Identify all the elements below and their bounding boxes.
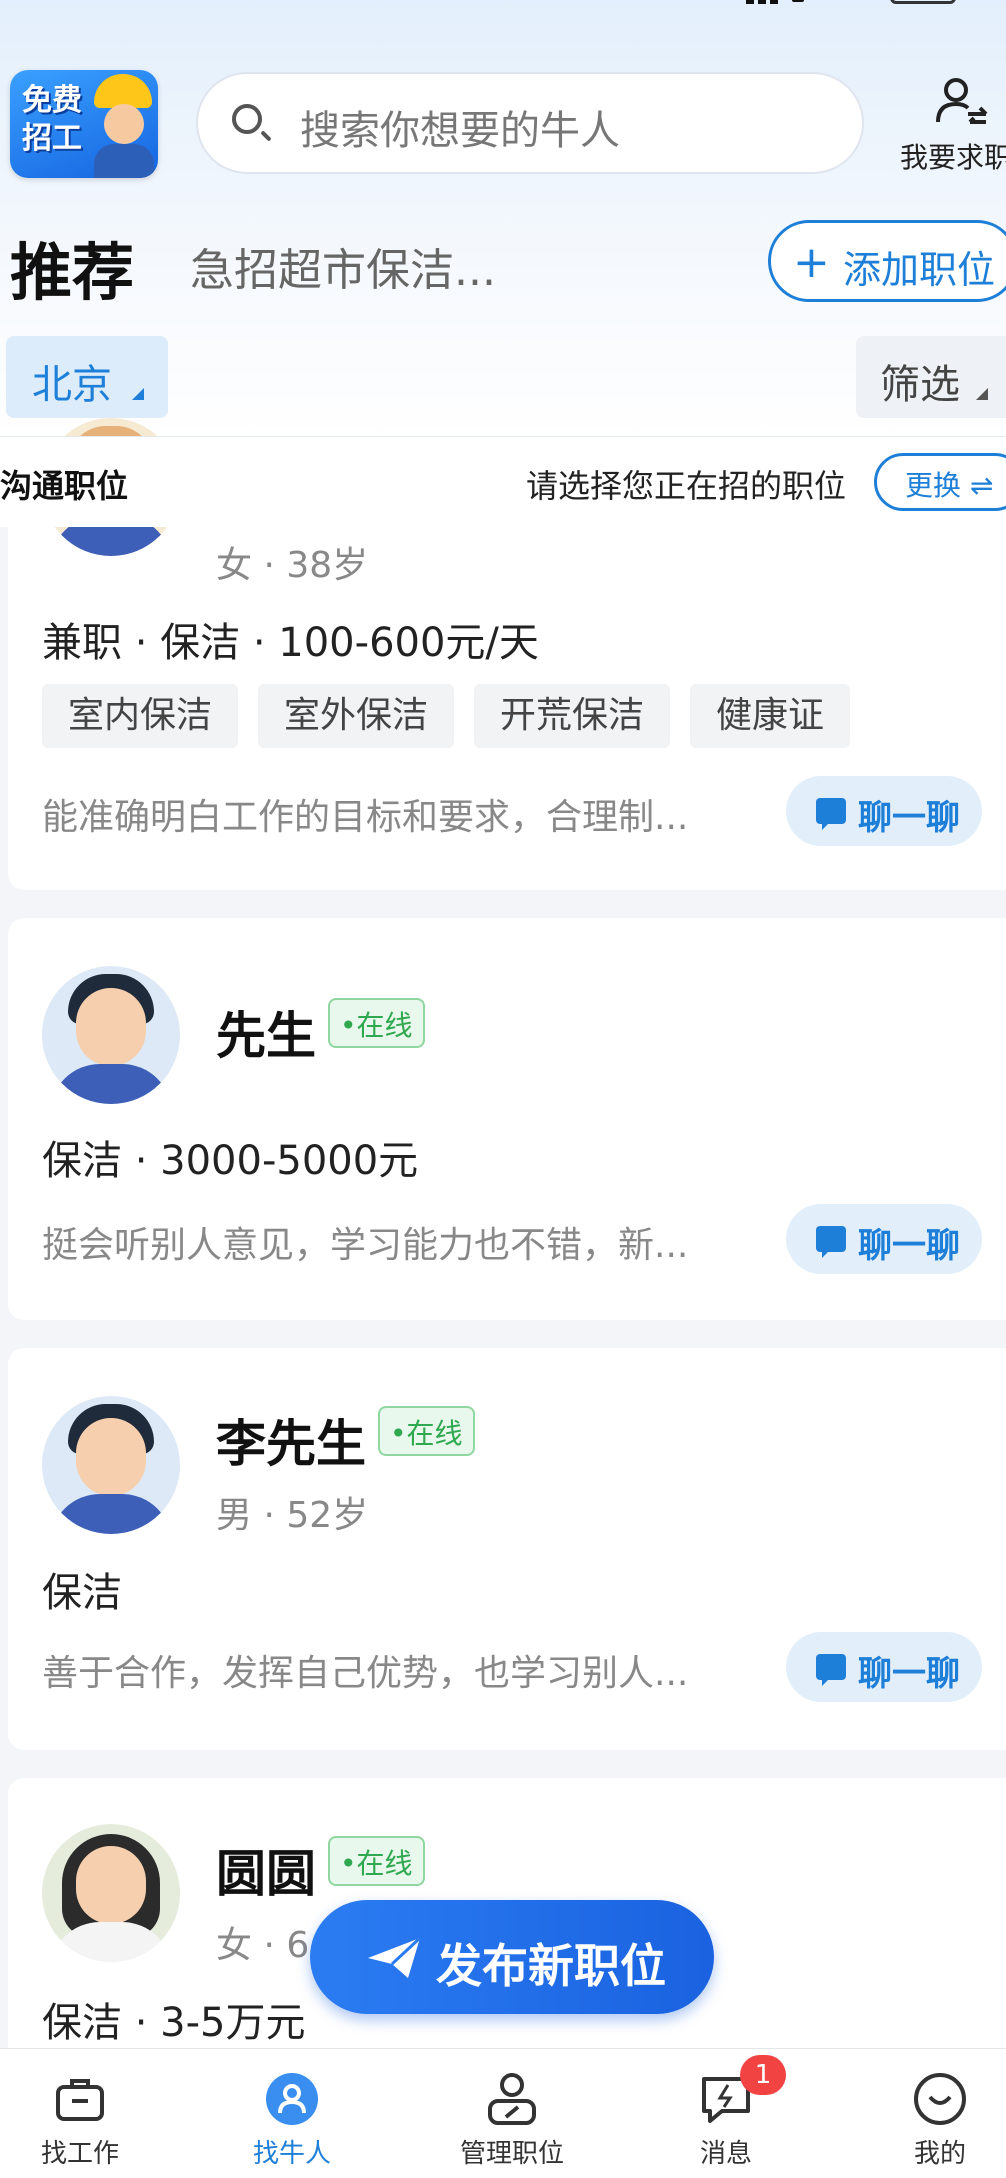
battery-icon [890,0,956,4]
avatar [42,966,180,1104]
publish-job-button[interactable]: 发布新职位 [310,1900,714,2014]
briefcase-icon [56,2079,104,2121]
person-switch-icon [936,78,988,124]
candidate-job: 保洁 [42,1570,122,1616]
avatar [42,1824,180,1962]
chat-icon [816,1654,846,1686]
publish-label: 发布新职位 [436,1939,666,1993]
swap-position-button[interactable]: 更换 ⇌ [874,453,1006,511]
chat-icon [816,1226,846,1258]
skill-tag: 健康证 [690,684,851,748]
candidate-name: 先生 [216,1007,316,1065]
signal-icon [746,0,804,4]
manage-icon [488,2073,536,2125]
tab-find-talent[interactable]: 找牛人 [212,2049,372,2178]
filter-dropdown[interactable]: 筛选 [856,336,1006,418]
position-selector-bar: 沟通职位 请选择您正在招的职位 更换 ⇌ [0,436,1006,527]
status-bar [0,0,1006,20]
dropdown-corner-icon [132,388,144,400]
online-badge: •在线 [328,1836,425,1886]
dropdown-corner-icon [976,388,988,400]
candidate-description: 挺会听别人意见，学习能力也不错，新... [42,1225,689,1266]
online-badge: •在线 [378,1406,475,1456]
bottom-tab-bar: 找工作 找牛人 管理职位 1 消息 我的 [0,2048,1006,2178]
tab-label: 我的 [913,2139,966,2169]
swap-label: 更换 ⇌ [905,469,994,502]
online-badge: •在线 [328,998,425,1048]
candidate-job: 保洁 · 3000-5000元 [42,1138,419,1184]
add-position-label: 添加职位 [843,248,996,292]
skill-tag: 室外保洁 [258,684,455,748]
chat-label: 聊一聊 [858,1226,960,1266]
unread-badge: 1 [740,2055,786,2095]
tab-label: 管理职位 [459,2139,564,2169]
chat-label: 聊一聊 [858,798,960,838]
tab-manage-positions[interactable]: 管理职位 [432,2049,592,2178]
city-label: 北京 [32,362,112,408]
candidate-description: 能准确明白工作的目标和要求，合理制... [42,797,689,838]
candidate-name: 圆圆 [216,1845,316,1903]
skill-tags: 室内保洁 室外保洁 开荒保洁 健康证 [42,684,851,748]
tab-messages[interactable]: 1 消息 [646,2049,806,2178]
tab-label: 找牛人 [252,2139,331,2169]
add-position-button[interactable]: + 添加职位 [768,220,1006,302]
chat-button[interactable]: 聊一聊 [786,1204,982,1274]
candidate-card[interactable]: 女 · 38岁 兼职 · 保洁 · 100-600元/天 室内保洁 室外保洁 开… [8,418,1006,890]
candidate-meta: 女 · 6 [216,1925,310,1966]
candidate-job: 兼职 · 保洁 · 100-600元/天 [42,620,539,666]
filter-label: 筛选 [880,362,960,408]
chat-label: 聊一聊 [858,1654,960,1694]
chat-icon [816,798,846,830]
city-dropdown[interactable]: 北京 [6,336,168,418]
tab-find-job[interactable]: 找工作 [0,2049,160,2178]
person-icon [266,2073,318,2125]
skill-tag: 开荒保洁 [474,684,671,748]
tab-label: 找工作 [40,2139,119,2169]
candidate-card[interactable]: 李先生 •在线 男 · 52岁 保洁 善于合作，发挥自己优势，也学习别人... … [8,1348,1006,1750]
current-job-title[interactable]: 急招超市保洁... [190,234,496,298]
candidate-meta: 女 · 38岁 [216,545,369,586]
smile-icon [914,2073,966,2125]
helmet-icon [94,74,152,108]
switch-label: 我要求职 [900,141,1006,174]
logo-text: 免费招工 [22,83,82,156]
send-icon [368,1936,422,1978]
search-placeholder: 搜索你想要的牛人 [300,108,620,154]
app-logo[interactable]: 免费招工 [10,70,158,178]
switch-to-jobseeker-button[interactable]: 我要求职 [890,70,1006,180]
chat-button[interactable]: 聊一聊 [786,776,982,846]
plus-icon: + [793,237,830,288]
search-icon [232,104,262,134]
skill-tag: 室内保洁 [42,684,239,748]
chat-button[interactable]: 聊一聊 [786,1632,982,1702]
avatar [42,1396,180,1534]
search-input[interactable]: 搜索你想要的牛人 [196,72,864,174]
candidate-meta: 男 · 52岁 [216,1495,369,1536]
recommend-tab[interactable]: 推荐 [10,222,134,312]
candidate-job: 保洁 · 3-5万元 [42,2000,306,2046]
candidate-description: 善于合作，发挥自己优势，也学习别人... [42,1653,689,1694]
position-bar-prompt[interactable]: 请选择您正在招的职位 [526,461,846,507]
position-bar-label: 沟通职位 [0,467,129,505]
tab-mine[interactable]: 我的 [860,2049,1006,2178]
candidate-name: 李先生 [216,1415,366,1473]
candidate-card[interactable]: 先生 •在线 保洁 · 3000-5000元 挺会听别人意见，学习能力也不错，新… [8,918,1006,1320]
tab-label: 消息 [699,2139,752,2169]
